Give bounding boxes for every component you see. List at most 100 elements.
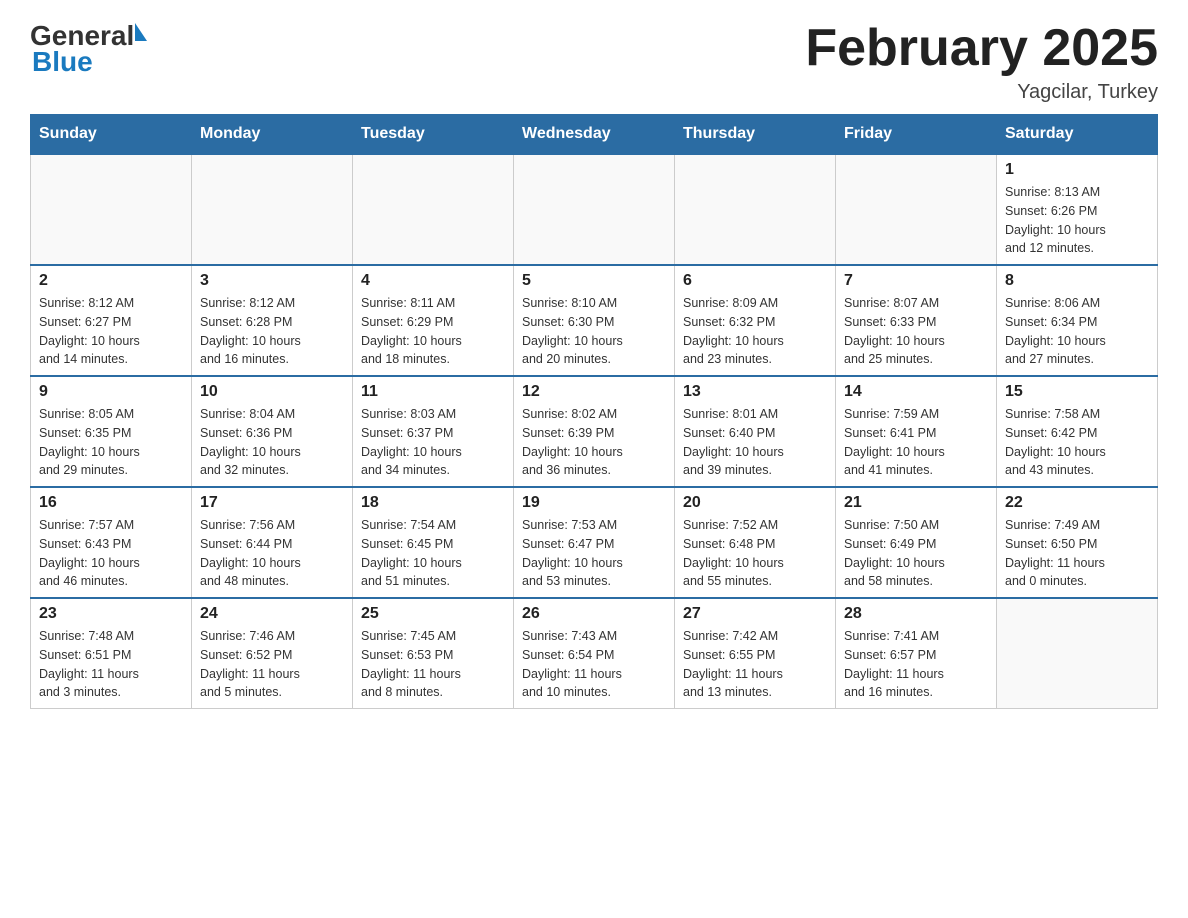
calendar-cell: 16 Sunrise: 7:57 AMSunset: 6:43 PMDayligh… — [31, 487, 192, 598]
calendar-cell — [31, 154, 192, 265]
day-number: 2 — [39, 272, 183, 290]
logo-arrow-icon — [135, 23, 147, 41]
day-number: 15 — [1005, 383, 1149, 401]
day-number: 22 — [1005, 494, 1149, 512]
calendar-cell: 11 Sunrise: 8:03 AMSunset: 6:37 PMDayligh… — [353, 376, 514, 487]
calendar-cell: 13 Sunrise: 8:01 AMSunset: 6:40 PMDayligh… — [675, 376, 836, 487]
calendar-cell — [997, 598, 1158, 709]
calendar-cell — [353, 154, 514, 265]
calendar-cell: 23 Sunrise: 7:48 AMSunset: 6:51 PMDayligh… — [31, 598, 192, 709]
calendar-cell: 25 Sunrise: 7:45 AMSunset: 6:53 PMDayligh… — [353, 598, 514, 709]
calendar-cell: 15 Sunrise: 7:58 AMSunset: 6:42 PMDayligh… — [997, 376, 1158, 487]
page-header: General Blue February 2025 Yagcilar, Tur… — [30, 20, 1158, 104]
day-number: 9 — [39, 383, 183, 401]
day-info: Sunrise: 7:49 AMSunset: 6:50 PMDaylight:… — [1005, 516, 1149, 591]
calendar-cell: 19 Sunrise: 7:53 AMSunset: 6:47 PMDayligh… — [514, 487, 675, 598]
calendar-cell: 28 Sunrise: 7:41 AMSunset: 6:57 PMDayligh… — [836, 598, 997, 709]
calendar-cell: 17 Sunrise: 7:56 AMSunset: 6:44 PMDayligh… — [192, 487, 353, 598]
day-info: Sunrise: 8:01 AMSunset: 6:40 PMDaylight:… — [683, 405, 827, 480]
calendar-header: SundayMondayTuesdayWednesdayThursdayFrid… — [31, 115, 1158, 155]
day-number: 25 — [361, 605, 505, 623]
day-number: 23 — [39, 605, 183, 623]
day-number: 13 — [683, 383, 827, 401]
day-number: 28 — [844, 605, 988, 623]
day-info: Sunrise: 7:52 AMSunset: 6:48 PMDaylight:… — [683, 516, 827, 591]
day-number: 1 — [1005, 161, 1149, 179]
calendar-cell — [836, 154, 997, 265]
calendar-cell — [514, 154, 675, 265]
month-title: February 2025 — [805, 20, 1158, 77]
day-info: Sunrise: 8:11 AMSunset: 6:29 PMDaylight:… — [361, 294, 505, 369]
calendar-cell: 24Sunrise: 7:46 AMSunset: 6:52 PMDayligh… — [192, 598, 353, 709]
calendar-cell: 14 Sunrise: 7:59 AMSunset: 6:41 PMDayligh… — [836, 376, 997, 487]
day-number: 7 — [844, 272, 988, 290]
day-info: Sunrise: 7:50 AMSunset: 6:49 PMDaylight:… — [844, 516, 988, 591]
day-info: Sunrise: 7:43 AMSunset: 6:54 PMDaylight:… — [522, 627, 666, 702]
day-number: 11 — [361, 383, 505, 401]
day-number: 17 — [200, 494, 344, 512]
header-cell-wednesday: Wednesday — [514, 115, 675, 155]
day-number: 12 — [522, 383, 666, 401]
calendar-table: SundayMondayTuesdayWednesdayThursdayFrid… — [30, 114, 1158, 709]
calendar-cell: 20 Sunrise: 7:52 AMSunset: 6:48 PMDayligh… — [675, 487, 836, 598]
location-subtitle: Yagcilar, Turkey — [805, 81, 1158, 104]
calendar-cell — [675, 154, 836, 265]
day-number: 10 — [200, 383, 344, 401]
day-info: Sunrise: 7:45 AMSunset: 6:53 PMDaylight:… — [361, 627, 505, 702]
calendar-week-3: 9 Sunrise: 8:05 AMSunset: 6:35 PMDaylight… — [31, 376, 1158, 487]
day-info: Sunrise: 8:03 AMSunset: 6:37 PMDaylight:… — [361, 405, 505, 480]
logo-blue-text: Blue — [30, 46, 93, 78]
day-info: Sunrise: 7:53 AMSunset: 6:47 PMDaylight:… — [522, 516, 666, 591]
day-info: Sunrise: 8:13 AMSunset: 6:26 PMDaylight:… — [1005, 183, 1149, 258]
day-info: Sunrise: 7:56 AMSunset: 6:44 PMDaylight:… — [200, 516, 344, 591]
calendar-cell: 7 Sunrise: 8:07 AMSunset: 6:33 PMDaylight… — [836, 265, 997, 376]
logo: General Blue — [30, 20, 147, 78]
day-number: 19 — [522, 494, 666, 512]
day-info: Sunrise: 7:48 AMSunset: 6:51 PMDaylight:… — [39, 627, 183, 702]
calendar-cell: 2 Sunrise: 8:12 AMSunset: 6:27 PMDaylight… — [31, 265, 192, 376]
calendar-cell: 9 Sunrise: 8:05 AMSunset: 6:35 PMDaylight… — [31, 376, 192, 487]
day-number: 6 — [683, 272, 827, 290]
day-info: Sunrise: 7:59 AMSunset: 6:41 PMDaylight:… — [844, 405, 988, 480]
day-number: 16 — [39, 494, 183, 512]
day-number: 8 — [1005, 272, 1149, 290]
calendar-cell: 18Sunrise: 7:54 AMSunset: 6:45 PMDayligh… — [353, 487, 514, 598]
day-info: Sunrise: 8:02 AMSunset: 6:39 PMDaylight:… — [522, 405, 666, 480]
day-info: Sunrise: 8:12 AMSunset: 6:28 PMDaylight:… — [200, 294, 344, 369]
header-cell-monday: Monday — [192, 115, 353, 155]
day-number: 5 — [522, 272, 666, 290]
calendar-cell: 12 Sunrise: 8:02 AMSunset: 6:39 PMDayligh… — [514, 376, 675, 487]
day-number: 3 — [200, 272, 344, 290]
day-info: Sunrise: 8:12 AMSunset: 6:27 PMDaylight:… — [39, 294, 183, 369]
day-number: 21 — [844, 494, 988, 512]
day-info: Sunrise: 7:46 AMSunset: 6:52 PMDaylight:… — [200, 627, 344, 702]
calendar-body: 1 Sunrise: 8:13 AMSunset: 6:26 PMDaylight… — [31, 154, 1158, 709]
calendar-week-2: 2 Sunrise: 8:12 AMSunset: 6:27 PMDaylight… — [31, 265, 1158, 376]
calendar-cell: 22 Sunrise: 7:49 AMSunset: 6:50 PMDayligh… — [997, 487, 1158, 598]
day-number: 14 — [844, 383, 988, 401]
calendar-week-1: 1 Sunrise: 8:13 AMSunset: 6:26 PMDaylight… — [31, 154, 1158, 265]
day-number: 20 — [683, 494, 827, 512]
calendar-cell — [192, 154, 353, 265]
day-info: Sunrise: 7:57 AMSunset: 6:43 PMDaylight:… — [39, 516, 183, 591]
calendar-cell: 21 Sunrise: 7:50 AMSunset: 6:49 PMDayligh… — [836, 487, 997, 598]
day-info: Sunrise: 7:41 AMSunset: 6:57 PMDaylight:… — [844, 627, 988, 702]
day-number: 27 — [683, 605, 827, 623]
calendar-cell: 27Sunrise: 7:42 AMSunset: 6:55 PMDayligh… — [675, 598, 836, 709]
day-info: Sunrise: 7:58 AMSunset: 6:42 PMDaylight:… — [1005, 405, 1149, 480]
day-info: Sunrise: 8:07 AMSunset: 6:33 PMDaylight:… — [844, 294, 988, 369]
header-cell-friday: Friday — [836, 115, 997, 155]
header-cell-sunday: Sunday — [31, 115, 192, 155]
day-info: Sunrise: 7:54 AMSunset: 6:45 PMDaylight:… — [361, 516, 505, 591]
calendar-cell: 4 Sunrise: 8:11 AMSunset: 6:29 PMDaylight… — [353, 265, 514, 376]
day-number: 4 — [361, 272, 505, 290]
calendar-cell: 26 Sunrise: 7:43 AMSunset: 6:54 PMDayligh… — [514, 598, 675, 709]
title-area: February 2025 Yagcilar, Turkey — [805, 20, 1158, 104]
day-number: 26 — [522, 605, 666, 623]
calendar-cell: 3 Sunrise: 8:12 AMSunset: 6:28 PMDaylight… — [192, 265, 353, 376]
calendar-week-5: 23 Sunrise: 7:48 AMSunset: 6:51 PMDayligh… — [31, 598, 1158, 709]
calendar-week-4: 16 Sunrise: 7:57 AMSunset: 6:43 PMDayligh… — [31, 487, 1158, 598]
header-cell-tuesday: Tuesday — [353, 115, 514, 155]
day-info: Sunrise: 8:05 AMSunset: 6:35 PMDaylight:… — [39, 405, 183, 480]
day-info: Sunrise: 8:10 AMSunset: 6:30 PMDaylight:… — [522, 294, 666, 369]
